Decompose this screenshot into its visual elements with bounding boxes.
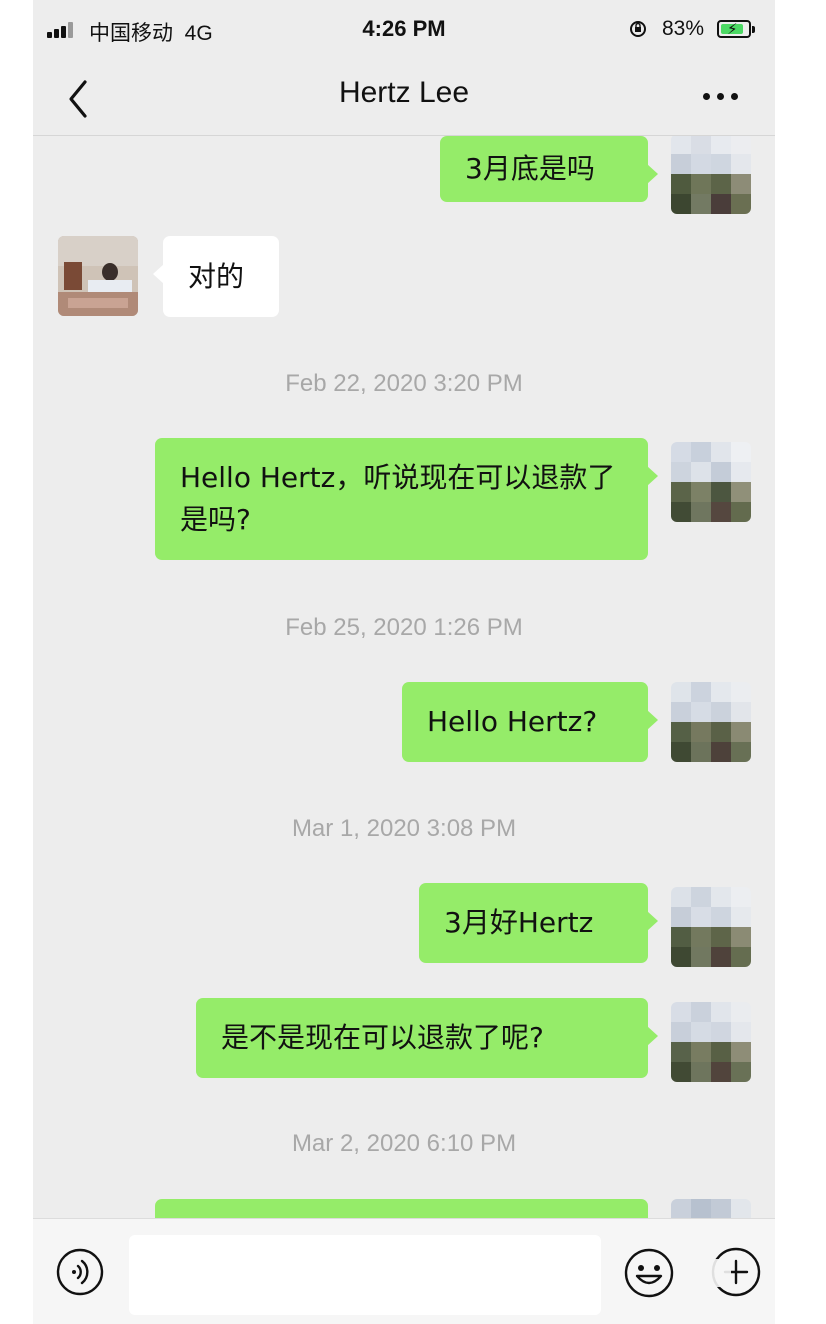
message-timestamp: Feb 25, 2020 1:26 PM	[285, 614, 523, 641]
message-timestamp: Feb 22, 2020 3:20 PM	[285, 370, 523, 397]
message-list[interactable]: 3月底是吗 对的 Feb 22, 2020 3:20 PM Hello Hert…	[33, 136, 775, 1218]
message-row	[33, 1199, 775, 1218]
message-bubble-sent[interactable]	[155, 1199, 648, 1218]
message-row: Hello Hertz，听说现在可以退款了是吗?	[33, 438, 775, 562]
voice-icon[interactable]	[55, 1247, 105, 1297]
message-input[interactable]	[129, 1235, 601, 1315]
battery-percentage: 83%	[662, 17, 705, 40]
message-bubble-sent[interactable]: 是不是现在可以退款了呢?	[196, 998, 658, 1078]
my-avatar[interactable]	[671, 136, 751, 214]
my-avatar[interactable]	[671, 1199, 751, 1218]
orientation-lock-icon	[630, 21, 646, 37]
my-avatar[interactable]	[671, 682, 751, 762]
emoji-icon[interactable]	[623, 1247, 675, 1299]
chat-screen: 中国移动 4G 4:26 PM 83% ⚡ Hertz Lee 3月底是吗 对的…	[33, 0, 775, 1324]
message-bubble-sent[interactable]: Hello Hertz?	[402, 682, 658, 762]
message-row: Hello Hertz?	[33, 682, 775, 764]
message-bubble-sent[interactable]: Hello Hertz，听说现在可以退款了是吗?	[155, 438, 658, 560]
message-bubble-sent[interactable]: 3月底是吗	[440, 136, 658, 202]
input-bar	[33, 1218, 775, 1324]
message-bubble-received[interactable]: 对的	[153, 236, 279, 317]
message-timestamp: Mar 2, 2020 6:10 PM	[291, 1130, 517, 1157]
contact-avatar[interactable]	[58, 236, 138, 316]
message-bubble-sent[interactable]: 3月好Hertz	[419, 883, 658, 963]
my-avatar[interactable]	[671, 442, 751, 522]
battery-icon: ⚡	[717, 20, 755, 38]
my-avatar[interactable]	[671, 1002, 751, 1082]
message-row: 对的	[33, 236, 775, 320]
status-bar: 中国移动 4G 4:26 PM 83% ⚡	[33, 0, 775, 62]
nav-bar: Hertz Lee	[33, 62, 775, 136]
more-dots-icon[interactable]	[697, 80, 743, 114]
message-row: 3月底是吗	[33, 136, 775, 216]
message-row: 是不是现在可以退款了呢?	[33, 998, 775, 1082]
plus-circle-icon[interactable]	[709, 1245, 763, 1299]
message-row: 3月好Hertz	[33, 883, 775, 967]
my-avatar[interactable]	[671, 887, 751, 967]
message-timestamp: Mar 1, 2020 3:08 PM	[291, 815, 517, 842]
chat-title: Hertz Lee	[338, 76, 470, 109]
